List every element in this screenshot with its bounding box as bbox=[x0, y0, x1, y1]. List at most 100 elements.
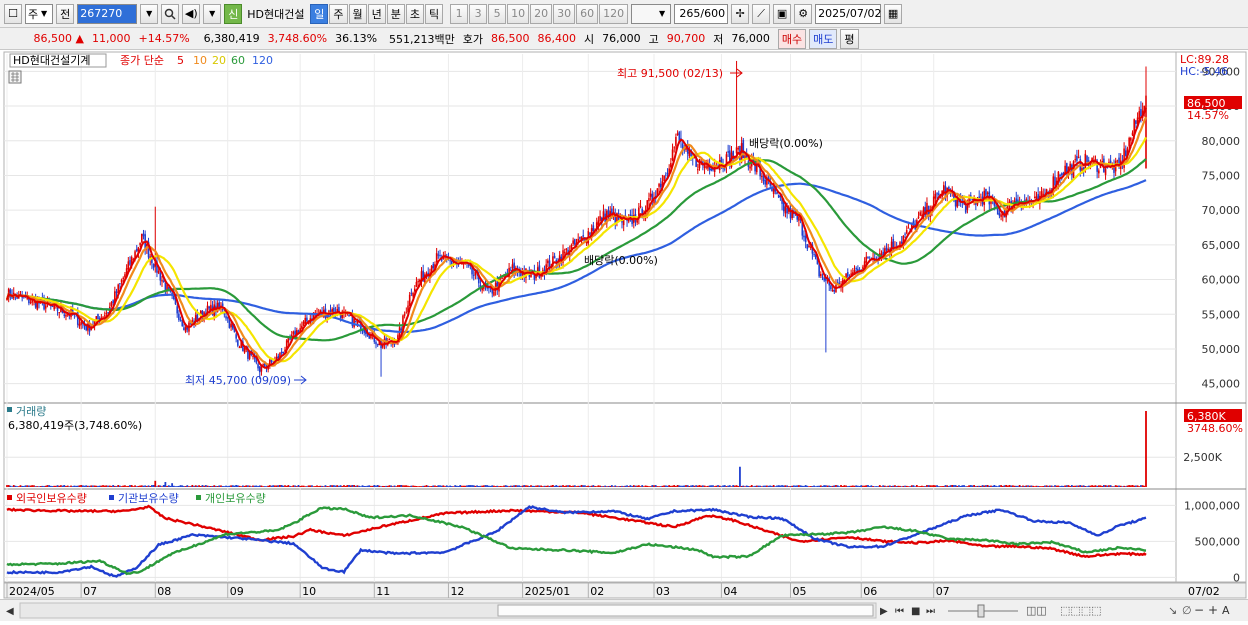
volume-bar bbox=[196, 485, 199, 487]
volume-bar bbox=[85, 485, 88, 487]
code-dropdown-icon[interactable]: ▼ bbox=[140, 3, 159, 24]
candle-body bbox=[511, 264, 514, 269]
scroll-left-icon[interactable]: ◀ bbox=[6, 606, 14, 617]
collapse-icon[interactable]: ∅ bbox=[1182, 604, 1192, 617]
stock-code-input[interactable]: 267270 bbox=[77, 3, 138, 24]
zoom-out-icon[interactable]: − bbox=[1194, 603, 1204, 617]
y-tick-label: 55,000 bbox=[1202, 308, 1241, 321]
scroll-right-icon[interactable]: ▶ bbox=[880, 606, 888, 617]
crosshair-icon[interactable]: ✢ bbox=[731, 3, 750, 24]
volume-bar bbox=[258, 485, 261, 487]
tool-icons[interactable]: ⬚⬚⬚⬚ bbox=[1060, 604, 1102, 617]
dividend-annotation: 배당락(0.00%) bbox=[749, 137, 823, 150]
interval-button[interactable]: 30 bbox=[553, 3, 576, 24]
interval-button[interactable]: 3 bbox=[469, 3, 488, 24]
chart-settings-icon[interactable]: ☐ bbox=[4, 3, 22, 24]
volume-bar bbox=[808, 486, 810, 487]
volume-bar bbox=[648, 486, 650, 487]
period-tab[interactable]: 초 bbox=[405, 3, 424, 24]
buy-button[interactable]: 매수 bbox=[777, 28, 807, 49]
sell-button[interactable]: 매도 bbox=[809, 28, 838, 49]
period-tab[interactable]: 일 bbox=[310, 3, 329, 24]
volume-bar bbox=[376, 485, 379, 487]
volume-bar bbox=[29, 485, 32, 487]
candle-body bbox=[735, 147, 738, 154]
candle-body bbox=[405, 312, 408, 314]
volume-bar bbox=[289, 485, 291, 487]
prev-icon[interactable]: ⏮ bbox=[895, 606, 904, 617]
interval-custom-input[interactable]: ▼ bbox=[631, 3, 672, 24]
volume-bar bbox=[108, 485, 111, 487]
speaker-icon[interactable]: ◀) bbox=[182, 3, 201, 24]
type-select[interactable]: 주 ▼ bbox=[25, 3, 54, 24]
gear-icon[interactable]: ⚙ bbox=[794, 3, 813, 24]
interval-button[interactable]: 10 bbox=[507, 3, 530, 24]
save-icon[interactable]: ▣ bbox=[773, 3, 792, 24]
interval-button[interactable]: 20 bbox=[530, 3, 553, 24]
volume-bar bbox=[616, 486, 618, 487]
volume-bar bbox=[892, 485, 895, 487]
zoom-in-icon[interactable]: + bbox=[1208, 603, 1218, 617]
volume-bar bbox=[870, 485, 873, 487]
volume-bar bbox=[211, 485, 214, 487]
date-input[interactable]: 2025/07/02 bbox=[815, 3, 882, 24]
ma-legend-60: 60 bbox=[231, 54, 245, 67]
font-size-icon[interactable]: A bbox=[1222, 604, 1230, 617]
volume-bar bbox=[755, 485, 758, 487]
scroll-thumb[interactable] bbox=[497, 604, 874, 617]
volume-bar bbox=[850, 485, 853, 487]
bar-count-input[interactable]: 265/600 bbox=[674, 3, 729, 24]
zoom-handle[interactable] bbox=[977, 604, 985, 618]
volume-bar bbox=[78, 485, 81, 487]
period-tab[interactable]: 분 bbox=[386, 3, 405, 24]
volume-bar bbox=[434, 485, 436, 487]
volume-bar bbox=[868, 486, 871, 487]
volume-bar bbox=[6, 485, 8, 487]
volume-bar bbox=[981, 485, 984, 487]
history-dropdown-icon[interactable]: ▼ bbox=[203, 3, 222, 24]
expand-icon[interactable]: ↘ bbox=[1168, 604, 1177, 617]
candle-body bbox=[784, 206, 787, 214]
stop-icon[interactable]: ■ bbox=[911, 606, 920, 617]
x-tick-label: 04 bbox=[723, 585, 737, 598]
interval-button[interactable]: 60 bbox=[576, 3, 599, 24]
candle-body bbox=[998, 213, 1001, 216]
layout-icon[interactable]: ◫◫ bbox=[1026, 604, 1047, 617]
volume-bar bbox=[88, 485, 91, 487]
period-tab[interactable]: 주 bbox=[329, 3, 348, 24]
volume-bar bbox=[983, 485, 986, 487]
period-tab[interactable]: 틱 bbox=[425, 3, 444, 24]
candle-body bbox=[105, 313, 108, 315]
eval-button[interactable]: 평 bbox=[840, 28, 859, 49]
period-tab[interactable]: 월 bbox=[348, 3, 367, 24]
volume-bar bbox=[813, 485, 815, 487]
volume-bar bbox=[307, 485, 310, 487]
interval-button[interactable]: 1 bbox=[450, 3, 469, 24]
interval-button[interactable]: 120 bbox=[599, 3, 629, 24]
stock-chart[interactable]: 2024/05 07 08 09 10 11 12 2025/01 02 03 04 05 06 07 4… bbox=[0, 50, 1248, 599]
candle-body bbox=[403, 314, 406, 316]
volume-bar bbox=[230, 485, 232, 487]
volume-bar bbox=[762, 485, 765, 487]
candle-body bbox=[727, 151, 729, 153]
candle-body bbox=[813, 254, 815, 256]
period-tab[interactable]: 년 bbox=[367, 3, 386, 24]
volume-bar bbox=[137, 485, 140, 487]
search-icon[interactable] bbox=[161, 3, 180, 24]
volume-bar bbox=[654, 485, 657, 487]
volume-bar bbox=[280, 485, 283, 487]
calendar-icon[interactable]: ▦ bbox=[884, 3, 903, 24]
volume-bar bbox=[245, 485, 248, 487]
candle-body bbox=[140, 233, 143, 243]
volume-bar bbox=[725, 486, 728, 487]
next-icon[interactable]: ⏭ bbox=[926, 606, 935, 617]
volume-bar bbox=[862, 485, 864, 487]
trendline-icon[interactable]: ⟋ bbox=[752, 3, 771, 24]
volume-bar bbox=[124, 485, 126, 487]
interval-button[interactable]: 5 bbox=[488, 3, 507, 24]
volume-bar bbox=[1128, 485, 1131, 487]
candle-body bbox=[1033, 196, 1036, 199]
candle-body bbox=[493, 291, 495, 296]
candle-body bbox=[1000, 214, 1002, 217]
jeon-button[interactable]: 전 bbox=[56, 3, 75, 24]
